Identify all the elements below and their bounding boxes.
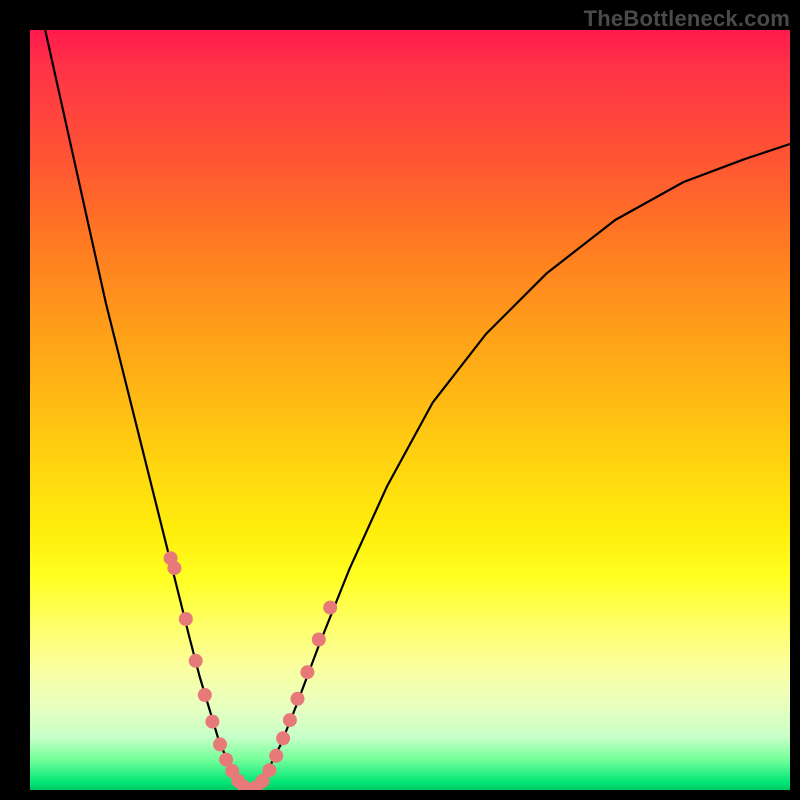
highlight-dot — [179, 612, 193, 626]
highlight-dot — [262, 763, 276, 777]
highlight-dot — [189, 654, 203, 668]
chart-svg — [30, 30, 790, 790]
plot-area — [30, 30, 790, 790]
dots-group — [164, 551, 338, 790]
highlight-dot — [312, 633, 326, 647]
highlight-dot — [276, 731, 290, 745]
highlight-dot — [323, 601, 337, 615]
curve-group — [45, 30, 790, 790]
watermark-text: TheBottleneck.com — [584, 6, 790, 32]
highlight-dot — [283, 713, 297, 727]
highlight-dot — [198, 688, 212, 702]
highlight-dot — [205, 715, 219, 729]
highlight-dot — [167, 561, 181, 575]
curve-right — [250, 144, 790, 790]
chart-frame: TheBottleneck.com — [0, 0, 800, 800]
highlight-dot — [300, 665, 314, 679]
curve-left — [45, 30, 250, 790]
highlight-dot — [291, 692, 305, 706]
highlight-dot — [213, 737, 227, 751]
highlight-dot — [269, 749, 283, 763]
